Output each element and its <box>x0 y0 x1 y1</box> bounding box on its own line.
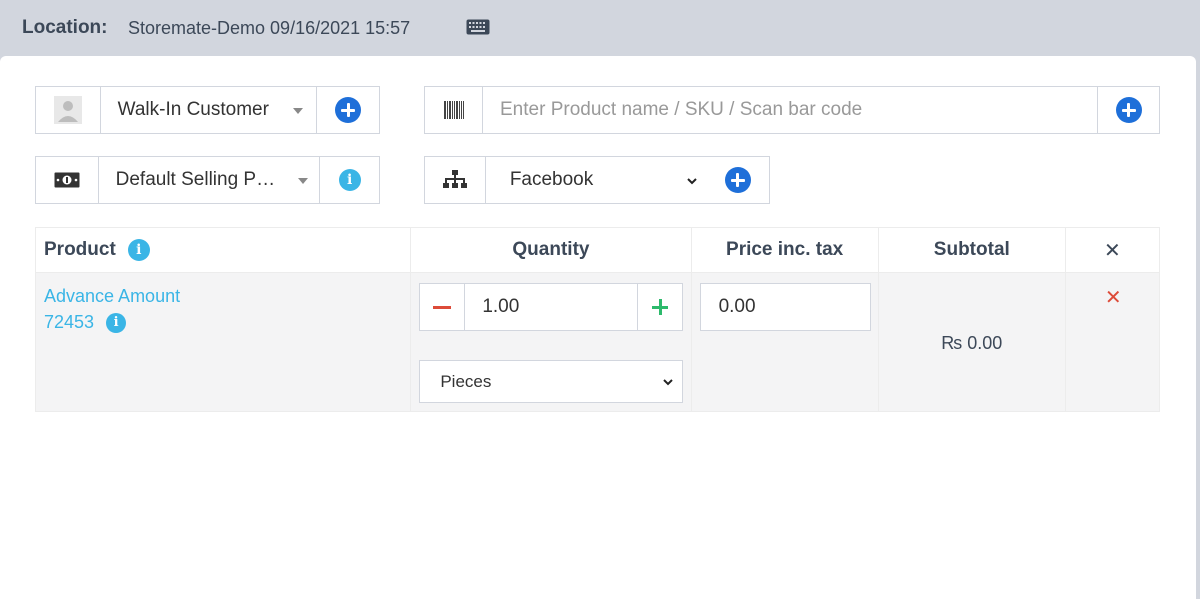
plus-icon <box>652 299 669 315</box>
product-sku-value: 72453 <box>44 312 95 332</box>
sitemap-icon <box>425 157 486 203</box>
customer-select[interactable]: Walk-In Customer <box>101 87 317 133</box>
remove-cell: ✕ <box>1064 272 1161 412</box>
increase-quantity-button[interactable] <box>637 284 682 330</box>
info-icon: i <box>338 169 361 191</box>
channel-select[interactable]: Facebook <box>486 157 706 203</box>
chevron-down-icon <box>663 379 674 386</box>
caret-down-icon <box>297 178 308 184</box>
price-group-group: Default Selling P… i <box>35 156 380 204</box>
price-header: Price inc. tax <box>690 227 879 273</box>
quantity-input[interactable]: 1.00 <box>465 284 637 330</box>
caret-down-icon <box>292 108 303 114</box>
table-header-row: Product i Quantity Price inc. tax Subtot… <box>34 227 1161 273</box>
decrease-quantity-button[interactable] <box>420 284 466 330</box>
product-search-input[interactable]: Enter Product name / SKU / Scan bar code <box>483 87 1097 133</box>
channel-selected: Facebook <box>509 169 594 190</box>
remove-header: ✕ <box>1064 227 1161 273</box>
add-customer-button[interactable] <box>316 87 379 133</box>
unit-select[interactable]: Pieces <box>419 360 684 403</box>
price-group-select[interactable]: Default Selling P… <box>99 157 320 203</box>
user-icon <box>36 87 101 133</box>
subtotal-cell: ₨ 0.00 <box>877 272 1066 412</box>
info-icon[interactable]: i <box>106 312 127 333</box>
product-search-group: Enter Product name / SKU / Scan bar code <box>424 86 1160 134</box>
location-bar: Location: Storemate-Demo 09/16/2021 15:5… <box>0 0 1200 56</box>
product-header: Product i <box>34 227 412 273</box>
price-input[interactable]: 0.00 <box>699 283 871 331</box>
customer-group: Walk-In Customer <box>35 86 380 134</box>
product-name-link[interactable]: Advance Amount <box>44 286 410 307</box>
close-icon: ✕ <box>1104 237 1121 262</box>
chevron-down-icon <box>687 178 697 185</box>
add-product-button[interactable] <box>1097 87 1159 133</box>
money-icon <box>36 157 99 203</box>
quantity-header: Quantity <box>410 227 692 273</box>
plus-circle-icon <box>1115 97 1142 123</box>
keyboard-icon[interactable] <box>466 19 490 35</box>
remove-row-button[interactable]: ✕ <box>1105 285 1122 309</box>
price-group-selected: Default Selling P… <box>115 169 276 190</box>
plus-circle-icon <box>335 97 362 123</box>
product-cell: Advance Amount 72453 i <box>34 272 412 412</box>
table-row: Advance Amount 72453 i 1.00 Pieces 0.00 … <box>34 272 1161 412</box>
barcode-icon <box>425 87 483 133</box>
quantity-stepper: 1.00 <box>419 283 684 331</box>
customer-selected: Walk-In Customer <box>117 99 269 120</box>
location-label: Location: <box>22 17 108 38</box>
channel-group: Facebook <box>424 156 770 204</box>
info-icon[interactable]: i <box>127 239 150 261</box>
minus-icon <box>433 305 452 309</box>
plus-circle-icon <box>724 167 751 193</box>
price-group-info[interactable]: i <box>319 157 380 203</box>
product-header-label: Product <box>44 239 116 260</box>
price-cell: 0.00 <box>690 272 879 412</box>
unit-selected: Pieces <box>440 371 492 391</box>
subtotal-header: Subtotal <box>877 227 1066 273</box>
product-table: Product i Quantity Price inc. tax Subtot… <box>34 227 1161 412</box>
location-value: Storemate-Demo 09/16/2021 15:57 <box>128 18 411 38</box>
product-sku: 72453 i <box>44 312 410 333</box>
row-subtotal: ₨ 0.00 <box>941 333 1003 353</box>
product-search-placeholder: Enter Product name / SKU / Scan bar code <box>500 99 863 120</box>
add-channel-button[interactable] <box>706 157 769 203</box>
quantity-cell: 1.00 Pieces <box>410 272 692 412</box>
